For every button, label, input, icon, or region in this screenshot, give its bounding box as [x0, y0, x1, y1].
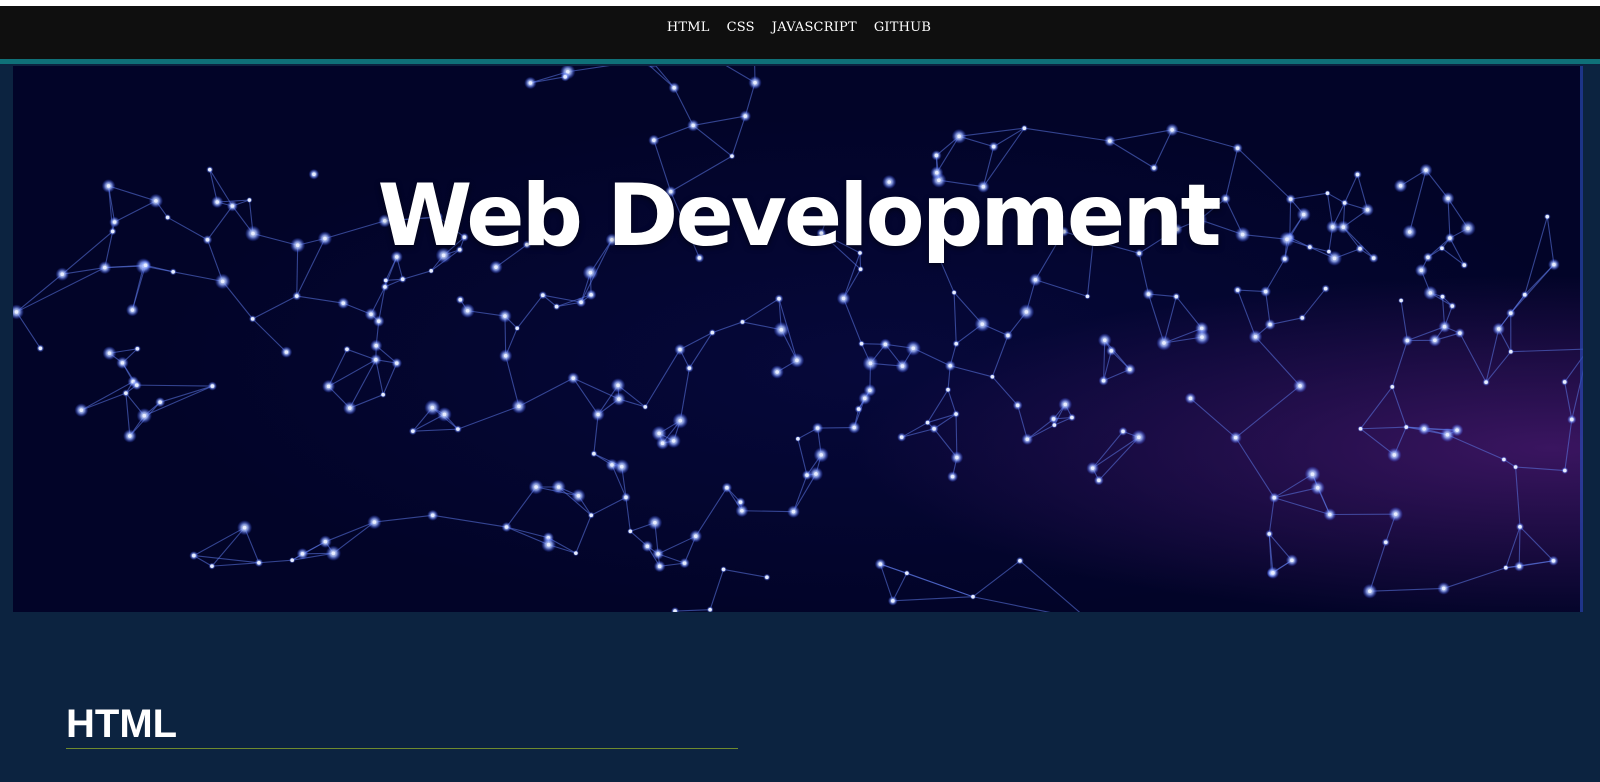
network-nodes — [13, 66, 1583, 612]
nav-link-github[interactable]: GITHUB — [874, 20, 931, 35]
hero-title: Web Development — [377, 166, 1221, 266]
section-divider — [66, 748, 738, 749]
hero-banner: Web Development — [13, 66, 1583, 612]
nav-link-javascript[interactable]: JAVASCRIPT — [772, 20, 857, 35]
nav-link-css[interactable]: CSS — [727, 20, 755, 35]
nav-link-html[interactable]: HTML — [667, 20, 710, 35]
page: HTML CSS JAVASCRIPT GITHUB Web Developme… — [0, 6, 1600, 782]
hero-edge — [1580, 66, 1583, 612]
section-heading-html: HTML — [66, 702, 178, 746]
navbar-accent-line — [0, 59, 1600, 64]
nav-links: HTML CSS JAVASCRIPT GITHUB — [667, 20, 931, 35]
top-navbar: HTML CSS JAVASCRIPT GITHUB — [0, 6, 1600, 59]
network-background-image — [13, 66, 1583, 612]
